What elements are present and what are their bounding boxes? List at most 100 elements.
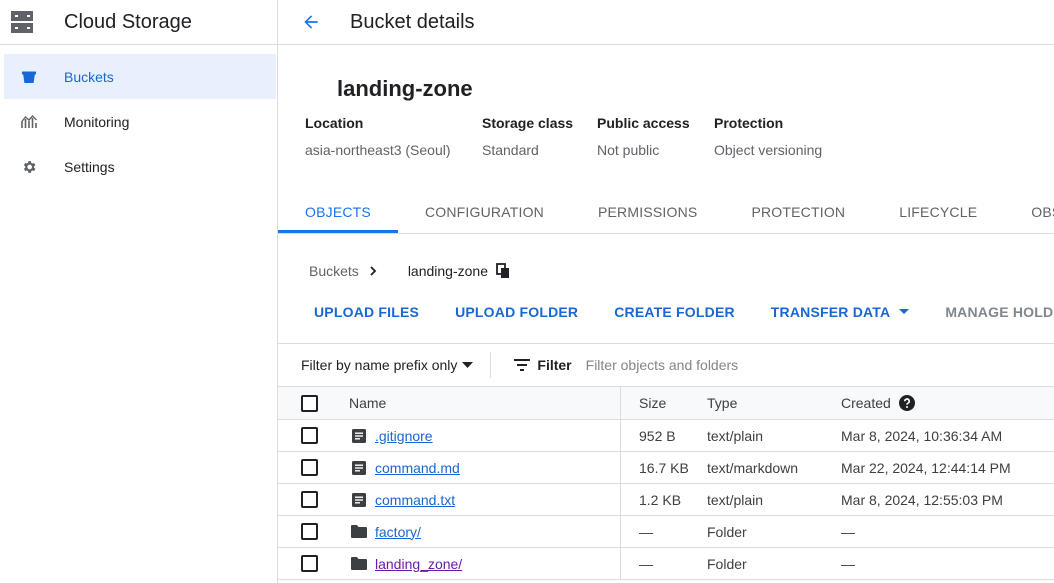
name-cell: command.md xyxy=(349,452,621,483)
folder-icon xyxy=(351,524,367,540)
type-cell: text/markdown xyxy=(707,459,799,476)
filter-mode-dropdown[interactable]: Filter by name prefix only xyxy=(301,357,474,373)
row-checkbox-cell xyxy=(278,548,349,579)
upload-folder-button[interactable]: UPLOAD FOLDER xyxy=(455,304,578,320)
name-cell: command.txt xyxy=(349,484,621,515)
sidebar-item-label: Settings xyxy=(64,158,115,175)
table-row[interactable]: command.md 16.7 KB text/markdown Mar 22, 20… xyxy=(278,452,1054,484)
table-body: .gitignore 952 B text/plain Mar 8, 2024, 10… xyxy=(278,420,1054,580)
table-header-row: Name Size Type Created xyxy=(278,387,1054,420)
table-row[interactable]: .gitignore 952 B text/plain Mar 8, 2024, 10… xyxy=(278,420,1054,452)
main-panel: Bucket details landing-zone Location asi… xyxy=(278,0,1054,583)
name-cell: landing_zone/ xyxy=(349,548,621,579)
tab-objects[interactable]: OBJECTS xyxy=(278,193,398,233)
row-checkbox-cell xyxy=(278,420,349,451)
sidebar-item-settings[interactable]: Settings xyxy=(0,144,276,189)
filter-input[interactable] xyxy=(585,357,886,373)
type-cell: Folder xyxy=(707,523,747,540)
type-cell: text/plain xyxy=(707,427,764,444)
upload-files-button[interactable]: UPLOAD FILES xyxy=(314,304,419,320)
name-cell: factory/ xyxy=(349,516,621,547)
sidebar-item-monitoring[interactable]: Monitoring xyxy=(0,99,276,144)
bucket-name: landing-zone xyxy=(337,76,473,101)
row-checkbox-cell xyxy=(278,484,349,515)
file-icon xyxy=(351,460,367,476)
arrow-back-icon[interactable] xyxy=(299,10,323,34)
create-folder-button[interactable]: CREATE FOLDER xyxy=(614,304,735,320)
caret-down-icon xyxy=(462,362,474,368)
tab-configuration[interactable]: CONFIGURATION xyxy=(398,193,571,233)
filter-bar: Filter by name prefix only Filter xyxy=(278,343,1054,387)
size-cell: 16.7 KB xyxy=(639,459,689,476)
row-checkbox[interactable] xyxy=(301,459,318,476)
breadcrumb-root[interactable]: Buckets xyxy=(309,263,359,279)
file-icon xyxy=(351,428,367,444)
prop-value: Standard xyxy=(482,142,539,158)
sidebar-item-buckets[interactable]: Buckets xyxy=(4,54,276,99)
storage-icon xyxy=(11,11,33,33)
tab-observability[interactable]: OBSERV xyxy=(1004,193,1054,233)
prop-value: Not public xyxy=(597,142,660,158)
prop-label: Storage class xyxy=(482,115,574,131)
sidebar-item-label: Buckets xyxy=(64,68,114,85)
created-cell: — xyxy=(841,555,855,572)
tab-lifecycle[interactable]: LIFECYCLE xyxy=(872,193,1004,233)
breadcrumb: Buckets landing-zone xyxy=(309,263,510,279)
prop-storage-class: Storage class Standard xyxy=(482,115,597,158)
tab-protection[interactable]: PROTECTION xyxy=(724,193,872,233)
prop-value: Object versioning xyxy=(714,142,823,158)
object-name-link[interactable]: command.txt xyxy=(375,492,455,508)
size-cell: — xyxy=(639,555,653,572)
table-row[interactable]: landing_zone/ — Folder — xyxy=(278,548,1054,580)
manage-holds-button[interactable]: MANAGE HOLDS xyxy=(945,304,1054,320)
select-all-checkbox[interactable] xyxy=(301,394,318,412)
table-row[interactable]: command.txt 1.2 KB text/plain Mar 8, 2024, … xyxy=(278,484,1054,516)
created-cell: Mar 8, 2024, 10:36:34 AM xyxy=(841,427,1003,444)
row-checkbox-cell xyxy=(278,516,349,547)
row-checkbox-cell xyxy=(278,452,349,483)
object-name-link[interactable]: landing_zone/ xyxy=(375,556,462,572)
product-header: Cloud Storage xyxy=(0,0,277,45)
filter-icon xyxy=(514,359,531,371)
type-cell: Folder xyxy=(707,555,747,572)
row-checkbox[interactable] xyxy=(301,427,318,444)
prop-label: Public access xyxy=(597,115,690,131)
row-checkbox[interactable] xyxy=(301,491,318,508)
size-cell: 952 B xyxy=(639,427,676,444)
object-name-link[interactable]: .gitignore xyxy=(375,428,433,444)
column-header-size[interactable]: Size xyxy=(621,387,707,419)
monitoring-chart-icon xyxy=(19,112,39,132)
table-row[interactable]: factory/ — Folder — xyxy=(278,516,1054,548)
sidebar-item-label: Monitoring xyxy=(64,113,130,130)
copy-icon[interactable] xyxy=(496,263,510,279)
prop-value: asia-northeast3 (Seoul) xyxy=(305,142,451,158)
type-cell: text/plain xyxy=(707,491,764,508)
transfer-data-button[interactable]: TRANSFER DATA xyxy=(771,304,910,320)
filter-mode-label: Filter by name prefix only xyxy=(301,357,458,373)
prop-public-access: Public access Not public xyxy=(597,115,714,158)
size-cell: 1.2 KB xyxy=(639,491,682,508)
row-checkbox[interactable] xyxy=(301,523,318,540)
created-cell: Mar 22, 2024, 12:44:14 PM xyxy=(841,459,1011,476)
caret-down-icon xyxy=(899,309,910,315)
tab-bar: OBJECTS CONFIGURATION PERMISSIONS PROTEC… xyxy=(278,193,1054,234)
created-cell: Mar 8, 2024, 12:55:03 PM xyxy=(841,491,1003,508)
folder-icon xyxy=(351,556,367,572)
tab-permissions[interactable]: PERMISSIONS xyxy=(571,193,724,233)
column-header-created[interactable]: Created xyxy=(841,387,1054,419)
column-header-name[interactable]: Name xyxy=(349,387,621,419)
row-checkbox[interactable] xyxy=(301,555,318,572)
object-name-link[interactable]: command.md xyxy=(375,460,460,476)
help-icon[interactable] xyxy=(898,395,915,411)
prop-label: Protection xyxy=(714,115,784,131)
product-title: Cloud Storage xyxy=(64,10,192,33)
left-navigation: Cloud Storage Buckets Monitoring Setting… xyxy=(0,0,278,583)
chevron-right-icon xyxy=(368,266,378,276)
prop-label: Location xyxy=(305,115,364,131)
column-header-type[interactable]: Type xyxy=(707,387,841,419)
bucket-icon xyxy=(19,67,39,87)
top-bar: Bucket details xyxy=(278,0,1054,45)
filter-label: Filter xyxy=(537,357,572,373)
objects-table: Name Size Type Created .gitignore 952 B te… xyxy=(278,387,1054,580)
object-name-link[interactable]: factory/ xyxy=(375,524,421,540)
